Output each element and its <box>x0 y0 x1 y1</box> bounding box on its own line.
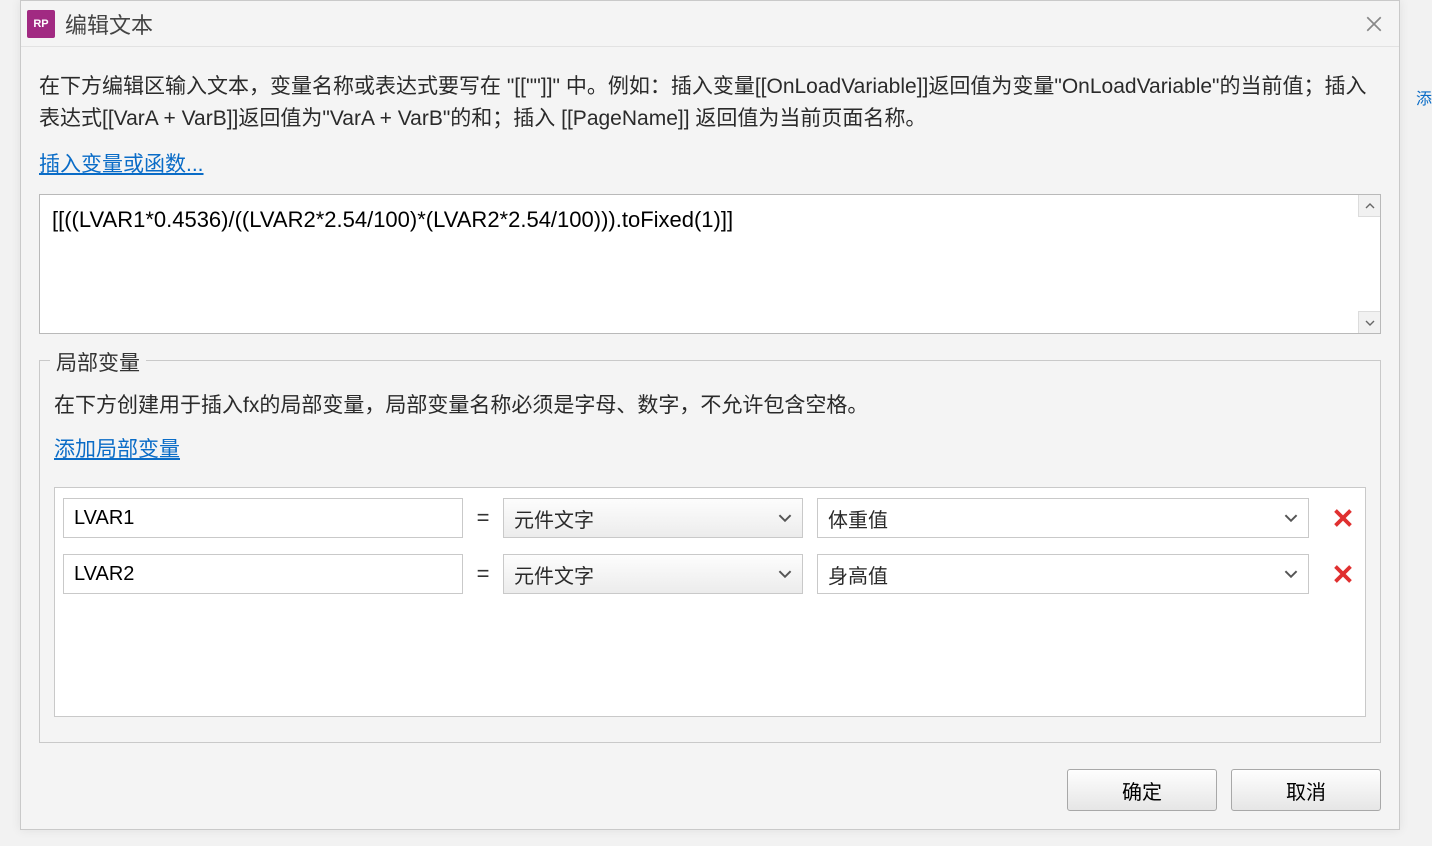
select-value: 体重值 <box>828 504 888 533</box>
scroll-down-button[interactable] <box>1358 311 1380 333</box>
variable-row: = 元件文字 体重值 <box>63 496 1357 540</box>
expression-input[interactable] <box>40 195 1356 333</box>
edit-text-dialog: RP 编辑文本 在下方编辑区输入文本，变量名称或表达式要写在 "[[""]]" … <box>20 0 1400 830</box>
variable-name-input[interactable] <box>63 498 463 538</box>
dialog-body: 在下方编辑区输入文本，变量名称或表达式要写在 "[[""]]" 中。例如：插入变… <box>21 47 1399 769</box>
close-button[interactable] <box>1349 1 1399 47</box>
ok-button[interactable]: 确定 <box>1067 769 1217 811</box>
delete-icon <box>1333 508 1353 528</box>
select-value: 身高值 <box>828 560 888 589</box>
variable-row: = 元件文字 身高值 <box>63 552 1357 596</box>
expression-container <box>39 194 1381 334</box>
local-variables-table: = 元件文字 体重值 = <box>54 487 1366 717</box>
equals-label: = <box>471 561 495 587</box>
chevron-down-icon <box>1365 318 1375 328</box>
local-vars-help: 在下方创建用于插入fx的局部变量，局部变量名称必须是字母、数字，不允许包含空格。 <box>54 389 1366 419</box>
equals-label: = <box>471 505 495 531</box>
chevron-down-icon <box>778 511 792 525</box>
fieldset-legend: 局部变量 <box>50 347 146 377</box>
local-variables-fieldset: 局部变量 在下方创建用于插入fx的局部变量，局部变量名称必须是字母、数字，不允许… <box>39 360 1381 743</box>
chevron-down-icon <box>1284 567 1298 581</box>
chevron-down-icon <box>1284 511 1298 525</box>
scroll-up-button[interactable] <box>1358 195 1380 217</box>
dialog-footer: 确定 取消 <box>21 769 1399 829</box>
close-icon <box>1365 15 1383 33</box>
title-bar: RP 编辑文本 <box>21 1 1399 47</box>
select-value: 元件文字 <box>514 560 594 589</box>
delete-row-button[interactable] <box>1329 504 1357 532</box>
variable-widget-select[interactable]: 体重值 <box>817 498 1309 538</box>
rp-logo-icon: RP <box>27 10 55 38</box>
add-local-variable-link[interactable]: 添加局部变量 <box>54 433 180 463</box>
variable-name-input[interactable] <box>63 554 463 594</box>
variable-type-select[interactable]: 元件文字 <box>503 498 803 538</box>
cancel-button[interactable]: 取消 <box>1231 769 1381 811</box>
chevron-down-icon <box>778 567 792 581</box>
delete-row-button[interactable] <box>1329 560 1357 588</box>
bg-fragment-link: 添 <box>1416 85 1432 109</box>
dialog-title: 编辑文本 <box>65 8 1349 40</box>
select-value: 元件文字 <box>514 504 594 533</box>
variable-widget-select[interactable]: 身高值 <box>817 554 1309 594</box>
variable-type-select[interactable]: 元件文字 <box>503 554 803 594</box>
help-text: 在下方编辑区输入文本，变量名称或表达式要写在 "[[""]]" 中。例如：插入变… <box>39 71 1381 134</box>
delete-icon <box>1333 564 1353 584</box>
chevron-up-icon <box>1365 201 1375 211</box>
insert-variable-link[interactable]: 插入变量或函数... <box>39 148 1381 178</box>
